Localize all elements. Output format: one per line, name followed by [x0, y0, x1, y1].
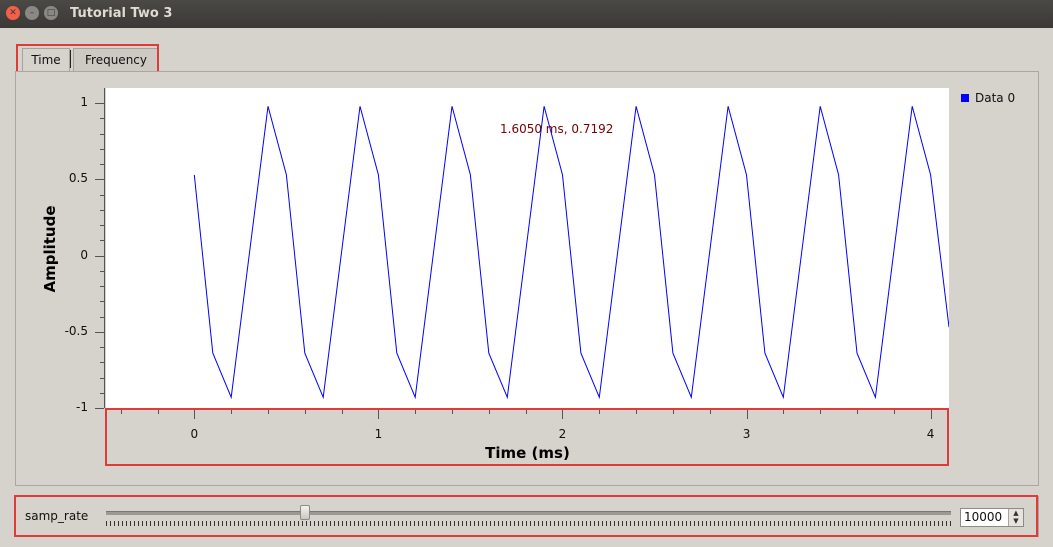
legend-swatch [961, 94, 969, 102]
series-line-0 [193, 106, 950, 400]
y-tick-mark [95, 179, 104, 181]
y-minor-tick [100, 118, 104, 120]
y-tick-mark [95, 331, 104, 333]
tab-frequency[interactable]: Frequency [73, 48, 159, 72]
y-minor-tick [100, 362, 104, 364]
y-tick-mark [95, 103, 104, 105]
x-minor-tick [636, 410, 638, 414]
x-minor-tick [231, 410, 233, 414]
x-minor-tick [893, 410, 895, 414]
x-minor-tick [304, 410, 306, 414]
y-axis-label: Amplitude [41, 205, 59, 293]
y-minor-tick [100, 133, 104, 135]
y-tick-label: 1 [80, 95, 88, 110]
y-minor-tick [100, 301, 104, 303]
x-minor-tick [157, 410, 159, 414]
x-minor-tick [709, 410, 711, 414]
y-minor-tick [100, 377, 104, 379]
x-tick-mark [194, 410, 196, 419]
y-tick-label: -1 [76, 400, 88, 414]
cursor-readout: 1.6050 ms, 0.7192 [500, 122, 614, 136]
x-tick-mark [930, 410, 932, 419]
x-minor-tick [415, 410, 417, 414]
plot-svg [193, 106, 950, 400]
window-title: Tutorial Two 3 [70, 6, 173, 21]
y-minor-tick [100, 270, 104, 272]
legend[interactable]: Data 0 [961, 91, 1015, 105]
y-minor-tick [100, 209, 104, 211]
maximize-button[interactable]: □ [44, 6, 58, 20]
y-minor-tick [100, 194, 104, 196]
minimize-button[interactable]: – [25, 6, 39, 20]
legend-label: Data 0 [975, 91, 1016, 105]
x-minor-tick [452, 410, 454, 414]
y-minor-tick [100, 148, 104, 150]
x-tick-mark [746, 410, 748, 419]
x-minor-tick [672, 410, 674, 414]
close-button[interactable]: ✕ [6, 6, 20, 20]
x-minor-tick [783, 410, 785, 414]
y-tick-mark [95, 255, 104, 257]
spin-arrows[interactable]: ▲ ▼ [1008, 509, 1023, 526]
x-minor-tick [820, 410, 822, 414]
x-axis [106, 409, 949, 410]
x-tick-mark [562, 410, 564, 419]
samp-rate-slider-ticks [106, 521, 951, 526]
x-minor-tick [120, 410, 122, 414]
window-titlebar: ✕ – □ Tutorial Two 3 [0, 0, 1053, 28]
y-axis [104, 88, 105, 408]
y-minor-tick [100, 286, 104, 288]
x-axis-label: Time (ms) [485, 444, 570, 462]
x-minor-tick [599, 410, 601, 414]
samp-rate-slider-track[interactable] [106, 511, 951, 515]
x-minor-tick [267, 410, 269, 414]
y-minor-tick [100, 240, 104, 242]
plot-canvas[interactable] [106, 88, 950, 408]
x-minor-tick [341, 410, 343, 414]
x-tick-label: 2 [558, 427, 567, 441]
y-tick-mark [95, 408, 104, 409]
x-tick-label: 3 [742, 427, 751, 441]
tab-separator [70, 50, 71, 68]
tab-time[interactable]: Time [22, 48, 70, 71]
y-minor-tick [100, 316, 104, 318]
x-tick-label: 1 [374, 427, 383, 441]
control-panel [15, 496, 1039, 537]
y-minor-tick [100, 225, 104, 227]
x-tick-label: 4 [926, 427, 935, 441]
x-tick-label: 0 [190, 427, 199, 441]
x-minor-tick [856, 410, 858, 414]
x-minor-tick [488, 410, 490, 414]
samp-rate-spinbox[interactable]: 10000 ▲ ▼ [960, 508, 1024, 527]
y-minor-tick [100, 164, 104, 166]
x-tick-mark [378, 410, 380, 419]
samp-rate-label: samp_rate [25, 509, 89, 523]
samp-rate-slider-handle[interactable] [299, 505, 310, 520]
y-minor-tick [100, 392, 104, 394]
x-minor-tick [525, 410, 527, 414]
y-tick-label: -0.5 [64, 323, 88, 338]
y-tick-label: 0.5 [68, 171, 88, 186]
y-minor-tick [100, 347, 104, 349]
samp-rate-value[interactable]: 10000 [964, 510, 1002, 524]
